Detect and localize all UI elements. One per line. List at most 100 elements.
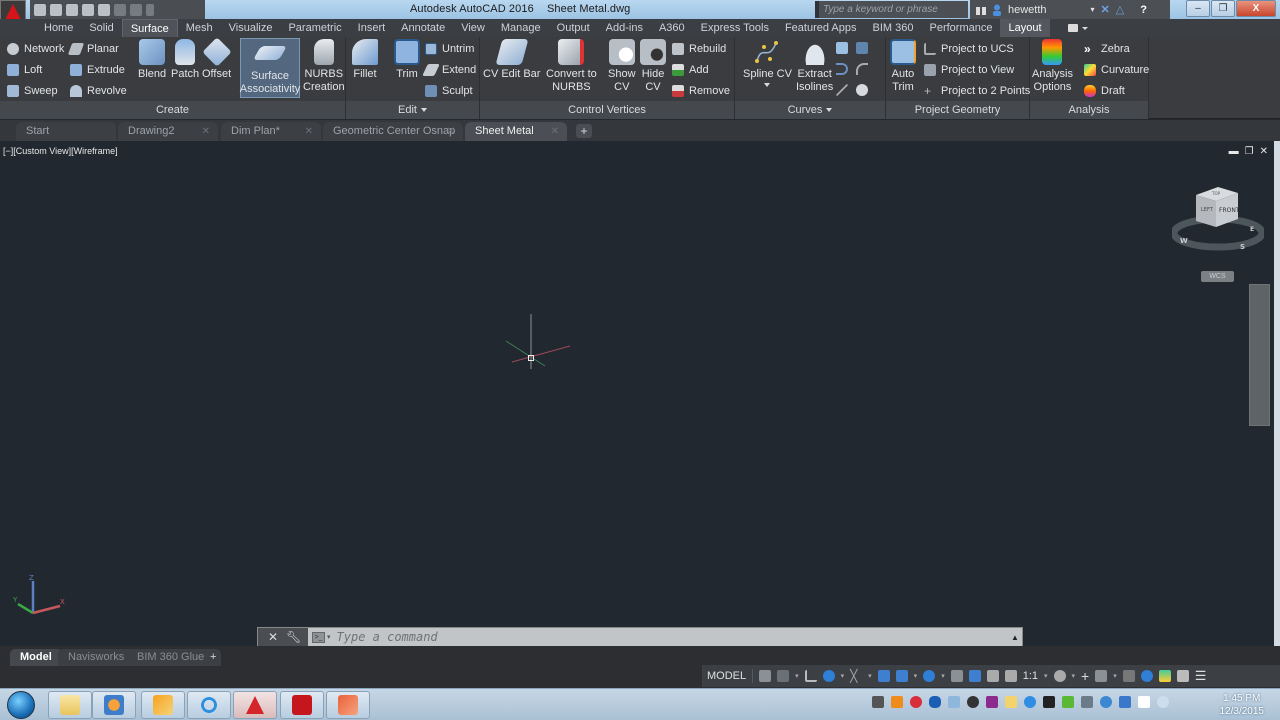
zebra-button[interactable]: » Zebra <box>1084 39 1130 58</box>
polar-tracking-icon[interactable] <box>822 670 835 682</box>
tray-icon-6[interactable] <box>967 696 979 708</box>
patch-button[interactable]: Patch <box>171 39 199 81</box>
tab-visualize[interactable]: Visualize <box>221 19 281 37</box>
tab-layout[interactable]: Layout <box>1000 19 1050 37</box>
layout-tab-bim-360-glue[interactable]: BIM 360 Glue <box>127 649 215 666</box>
annotation-scale-icon[interactable] <box>1004 670 1017 682</box>
spline-cv-button[interactable]: Spline CV <box>743 39 792 87</box>
tray-icon-11[interactable] <box>1062 696 1074 708</box>
project-to-view-button[interactable]: Project to View <box>924 60 1014 79</box>
viewcube[interactable]: LEFT FRONT TOP W S E <box>1172 181 1264 261</box>
taskbar-outlook[interactable] <box>141 691 185 719</box>
cv-edit-bar-button[interactable]: CV Edit Bar <box>483 39 540 81</box>
curve-tool-3-icon[interactable] <box>836 63 848 75</box>
extrude-button[interactable]: Extrude <box>70 60 125 79</box>
file-tab-sheet-metal[interactable]: Sheet Metal ✕ <box>465 122 567 141</box>
tab-home[interactable]: Home <box>36 19 81 37</box>
close-tab-icon[interactable]: ✕ <box>551 122 559 141</box>
osnap-dropdown-icon[interactable]: ▾ <box>914 672 918 680</box>
viewport-controls-label[interactable]: [−][Custom View][Wireframe] <box>3 146 118 156</box>
save-as-icon[interactable] <box>82 3 94 16</box>
grid-icon[interactable] <box>759 670 772 682</box>
tab-mesh[interactable]: Mesh <box>178 19 221 37</box>
tab-solid[interactable]: Solid <box>81 19 121 37</box>
tray-icon-1[interactable] <box>872 696 884 708</box>
user-icon[interactable] <box>992 4 1002 16</box>
layout-tab-model[interactable]: Model <box>10 649 62 666</box>
curve-tool-2-icon[interactable] <box>856 42 868 54</box>
file-tab-geometric-center-osnap[interactable]: Geometric Center Osnap ✕ <box>323 122 463 141</box>
tray-icon-10[interactable] <box>1043 696 1055 708</box>
wcs-menu[interactable]: WCS <box>1201 271 1234 282</box>
snap-dropdown-icon[interactable]: ▾ <box>795 672 799 680</box>
convert-to-nurbs-button[interactable]: Convert to NURBS <box>546 39 597 94</box>
onenote-icon[interactable] <box>986 696 998 708</box>
project-to-ucs-button[interactable]: Project to UCS <box>924 39 1014 58</box>
loft-button[interactable]: Loft <box>7 60 42 79</box>
tray-icon-3[interactable] <box>910 696 922 708</box>
taskbar-powerpoint[interactable] <box>326 691 370 719</box>
panel-title-curves[interactable]: Curves <box>735 101 885 119</box>
tab-view[interactable]: View <box>453 19 493 37</box>
rebuild-button[interactable]: Rebuild <box>672 39 726 58</box>
show-cv-button[interactable]: Show CV <box>608 39 636 94</box>
windows-start-button[interactable] <box>7 691 35 719</box>
open-icon[interactable] <box>50 3 62 16</box>
scale-dropdown-icon[interactable]: ▾ <box>1044 672 1048 680</box>
extract-isolines-button[interactable]: Extract Isolines <box>796 39 833 94</box>
new-tab-button[interactable]: + <box>576 124 592 138</box>
volume-icon[interactable] <box>1157 696 1169 708</box>
tab-performance[interactable]: Performance <box>921 19 1000 37</box>
3d-osnap-icon[interactable] <box>923 670 936 682</box>
viewport-close-icon[interactable]: ✕ <box>1260 146 1268 157</box>
taskbar-windows-explorer[interactable] <box>48 691 92 719</box>
network-icon[interactable] <box>1081 696 1093 708</box>
workspace-gear-icon[interactable] <box>1053 670 1066 682</box>
auto-trim-button[interactable]: Auto Trim <box>890 39 916 94</box>
ortho-icon[interactable] <box>804 670 817 682</box>
analysis-options-button[interactable]: Analysis Options <box>1032 39 1073 94</box>
add-layout-button[interactable]: + <box>205 649 222 666</box>
tray-icon-5[interactable] <box>948 696 960 708</box>
help-search-input[interactable] <box>819 1 968 18</box>
hardware-acceleration-icon[interactable] <box>1158 670 1171 682</box>
file-tab-start[interactable]: Start <box>16 122 116 141</box>
network-button[interactable]: Network <box>7 39 64 58</box>
user-dropdown-icon[interactable]: ▾ <box>1091 5 1095 14</box>
minimize-button[interactable]: – <box>1186 0 1210 17</box>
revolve-button[interactable]: Revolve <box>70 81 127 100</box>
3d-osnap-dropdown-icon[interactable]: ▾ <box>941 672 945 680</box>
sweep-button[interactable]: Sweep <box>7 81 58 100</box>
tab-output[interactable]: Output <box>549 19 598 37</box>
units-icon[interactable] <box>1095 670 1108 682</box>
a360-icon[interactable]: △ <box>1116 3 1124 16</box>
panel-title-edit[interactable]: Edit <box>346 101 479 119</box>
curvature-button[interactable]: Curvature <box>1084 60 1149 79</box>
close-tab-icon[interactable]: ✕ <box>447 122 455 141</box>
undo-icon[interactable] <box>114 3 126 16</box>
plot-icon[interactable] <box>98 3 110 16</box>
close-tab-icon[interactable]: ✕ <box>305 122 313 141</box>
command-prompt-icon[interactable]: >_ <box>312 631 325 643</box>
taskbar-autocad[interactable] <box>233 691 277 719</box>
power-icon[interactable] <box>1138 696 1150 708</box>
offset-button[interactable]: Offset <box>201 37 232 81</box>
surface-associativity-button[interactable]: Surface Associativity <box>240 38 300 98</box>
command-history-up-icon[interactable]: ▲ <box>1008 633 1022 642</box>
customize-icon[interactable] <box>146 3 154 16</box>
help-icon[interactable]: ? <box>1140 4 1147 16</box>
ucs-icon[interactable]: Z Y X <box>8 571 68 621</box>
tray-icon-14[interactable] <box>1119 696 1131 708</box>
polar-dropdown-icon[interactable]: ▾ <box>841 672 845 680</box>
tab-manage[interactable]: Manage <box>493 19 549 37</box>
compass-east[interactable]: E <box>1250 226 1254 233</box>
taskbar-internet-explorer[interactable] <box>187 691 231 719</box>
annotation-visibility-icon[interactable] <box>968 670 981 682</box>
layout-tab-navisworks[interactable]: Navisworks <box>58 649 135 666</box>
snap-mode-icon[interactable] <box>777 670 790 682</box>
tab-add-ins[interactable]: Add-ins <box>598 19 651 37</box>
planar-button[interactable]: Planar <box>67 39 119 58</box>
sculpt-button[interactable]: Sculpt <box>425 81 473 100</box>
isodraft-dropdown-icon[interactable]: ▾ <box>868 672 872 680</box>
untrim-button[interactable]: Untrim <box>425 39 474 58</box>
